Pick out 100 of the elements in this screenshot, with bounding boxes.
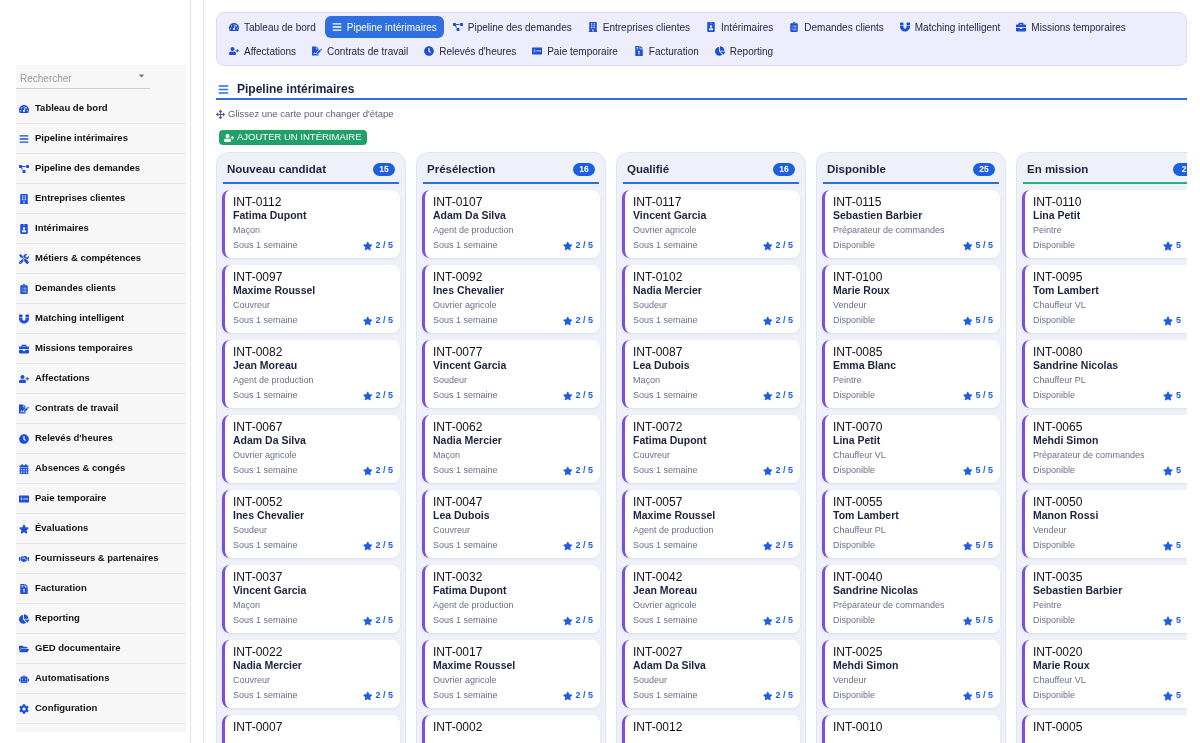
candidate-name: Nadia Mercier: [433, 434, 503, 448]
candidate-card[interactable]: INT-0095 Tom Lambert Chauffeur VL Disponible 5: [1022, 265, 1187, 334]
nav-tab[interactable]: Demandes clients: [782, 16, 891, 38]
sidebar-item[interactable]: Fournisseurs & partenaires: [16, 544, 186, 574]
sidebar-item[interactable]: Relevés d'heures: [16, 424, 186, 454]
sidebar-item[interactable]: Entreprises clientes: [16, 184, 186, 214]
candidate-card[interactable]: INT-0112 Fatima Dupont Maçon Sous 1 semaine 2 / 5: [222, 190, 400, 259]
nav-tab[interactable]: Entreprises clientes: [580, 16, 697, 38]
sidebar-item[interactable]: Évaluations: [16, 514, 186, 544]
candidate-card[interactable]: INT-0052 Ines Chevalier Soudeur Sous 1 semaine 2 / 5: [222, 490, 400, 559]
availability: Disponible: [1033, 315, 1076, 327]
sidebar-item[interactable]: Pipeline des demandes: [16, 154, 186, 184]
job-title: Maçon: [433, 450, 461, 462]
availability: Sous 1 semaine: [233, 390, 298, 402]
nav-tab[interactable]: Facturation: [626, 40, 706, 62]
candidate-card[interactable]: INT-0017 Maxime Roussel Ouvrier agricole Sous 1 semaine 2 / 5: [422, 640, 600, 709]
sidebar-item[interactable]: Intérimaires: [16, 214, 186, 244]
candidate-card[interactable]: INT-0117 Vincent Garcia Ouvrier agricole Sous 1 semaine 2 / 5: [622, 190, 800, 259]
nav-tab[interactable]: Paie temporaire: [525, 40, 625, 62]
sidebar-item[interactable]: GED documentaire: [16, 634, 186, 664]
sidebar-item[interactable]: Missions temporaires: [16, 334, 186, 364]
availability: Sous 1 semaine: [433, 540, 498, 552]
nav-tab[interactable]: Affectations: [222, 40, 304, 62]
sidebar-item[interactable]: Métiers & compétences: [16, 244, 186, 274]
candidate-card[interactable]: INT-0107 Adam Da Silva Agent de production Sous 1 semaine 2 / 5: [422, 190, 600, 259]
candidate-card[interactable]: INT-0067 Adam Da Silva Ouvrier agricole Sous 1 semaine 2 / 5: [222, 415, 400, 484]
sidebar-item[interactable]: Configuration: [16, 694, 186, 724]
availability: Sous 1 semaine: [633, 240, 698, 252]
candidate-card[interactable]: INT-0037 Vincent Garcia Maçon Sous 1 semaine 2 / 5: [222, 565, 400, 634]
candidate-card[interactable]: INT-0077 Vincent Garcia Soudeur Sous 1 semaine 2 / 5: [422, 340, 600, 409]
nav-tab[interactable]: Reporting: [707, 40, 781, 62]
candidate-card[interactable]: INT-0025 Mehdi Simon Vendeur Disponible 5 / 5: [822, 640, 1000, 709]
candidate-id: INT-0020: [1033, 645, 1084, 660]
candidate-card[interactable]: INT-0010: [822, 715, 1000, 743]
candidate-card[interactable]: INT-0050 Manon Rossi Vendeur Disponible 5: [1022, 490, 1187, 559]
nav-tab[interactable]: Pipeline intérimaires: [324, 16, 444, 38]
candidate-name: Nadia Mercier: [233, 659, 303, 673]
candidate-card[interactable]: INT-0032 Fatima Dupont Agent de production Sous 1 semaine 2 / 5: [422, 565, 600, 634]
star-icon: [563, 615, 573, 626]
candidate-card[interactable]: INT-0115 Sebastien Barbier Préparateur de commandes Disponible 5 / 5: [822, 190, 1000, 259]
candidate-card[interactable]: INT-0055 Tom Lambert Chauffeur PL Disponible 5 / 5: [822, 490, 1000, 559]
candidate-card[interactable]: INT-0072 Fatima Dupont Couvreur Sous 1 semaine 2 / 5: [622, 415, 800, 484]
sidebar-item[interactable]: Contrats de travail: [16, 394, 186, 424]
sidebar-item[interactable]: Reporting: [16, 604, 186, 634]
candidate-card[interactable]: INT-0057 Maxime Roussel Agent de production Sous 1 semaine 2 / 5: [622, 490, 800, 559]
nav-tab[interactable]: Missions temporaires: [1009, 16, 1133, 38]
star-icon: [963, 390, 973, 401]
nav-tab[interactable]: Pipeline des demandes: [445, 16, 579, 38]
candidate-card[interactable]: INT-0065 Mehdi Simon Préparateur de commandes Disponible 5: [1022, 415, 1187, 484]
sidebar-item[interactable]: Matching intelligent: [16, 304, 186, 334]
candidate-card[interactable]: INT-0005: [1022, 715, 1187, 743]
candidate-card[interactable]: INT-0042 Jean Moreau Ouvrier agricole Sous 1 semaine 2 / 5: [622, 565, 800, 634]
sidebar-item[interactable]: Pipeline intérimaires: [16, 124, 186, 154]
nav-tab[interactable]: Matching intelligent: [892, 16, 1008, 38]
sidebar-item[interactable]: Tableau de bord: [16, 94, 186, 124]
candidate-card[interactable]: INT-0085 Emma Blanc Peintre Disponible 5 / 5: [822, 340, 1000, 409]
candidate-card[interactable]: INT-0047 Lea Dubois Couvreur Sous 1 semaine 2 / 5: [422, 490, 600, 559]
rating: 2 / 5: [575, 615, 593, 627]
star-icon: [563, 240, 573, 251]
candidate-card[interactable]: INT-0092 Ines Chevalier Ouvrier agricole Sous 1 semaine 2 / 5: [422, 265, 600, 334]
candidate-card[interactable]: INT-0097 Maxime Roussel Couvreur Sous 1 semaine 2 / 5: [222, 265, 400, 334]
nav-tab[interactable]: Relevés d'heures: [417, 40, 524, 62]
candidate-card[interactable]: INT-0110 Lina Petit Peintre Disponible 5: [1022, 190, 1187, 259]
nav-tab[interactable]: Intérimaires: [699, 16, 781, 38]
count-badge: 16: [773, 162, 795, 176]
candidate-card[interactable]: INT-0020 Marie Roux Chauffeur VL Disponible 5: [1022, 640, 1187, 709]
candidate-card[interactable]: INT-0082 Jean Moreau Agent de production Sous 1 semaine 2 / 5: [222, 340, 400, 409]
nav-tab[interactable]: Tableau de bord: [222, 16, 323, 38]
candidate-card[interactable]: INT-0080 Sandrine Nicolas Chauffeur PL Disponible 5: [1022, 340, 1187, 409]
candidate-name: Ines Chevalier: [233, 509, 306, 523]
column-title: Nouveau candidat: [227, 161, 327, 177]
candidate-id: INT-0012: [633, 720, 684, 735]
candidate-card[interactable]: INT-0102 Nadia Mercier Soudeur Sous 1 semaine 2 / 5: [622, 265, 800, 334]
nav-tab[interactable]: Contrats de travail: [305, 40, 416, 62]
candidate-card[interactable]: INT-0087 Lea Dubois Maçon Sous 1 semaine 2 / 5: [622, 340, 800, 409]
candidate-card[interactable]: INT-0062 Nadia Mercier Maçon Sous 1 semaine 2 / 5: [422, 415, 600, 484]
availability: Sous 1 semaine: [233, 315, 298, 327]
candidate-card[interactable]: INT-0027 Adam Da Silva Soudeur Sous 1 semaine 2 / 5: [622, 640, 800, 709]
rating: 5: [1176, 240, 1181, 252]
sidebar-item[interactable]: Automatisations: [16, 664, 186, 694]
star-icon: [963, 540, 973, 551]
sidebar-item[interactable]: Facturation: [16, 574, 186, 604]
candidate-id: INT-0022: [233, 645, 284, 660]
sidebar-item[interactable]: Demandes clients: [16, 274, 186, 304]
candidate-id: INT-0080: [1033, 345, 1084, 360]
search-field[interactable]: Rechercher: [16, 69, 150, 89]
candidate-card[interactable]: INT-0035 Sebastien Barbier Peintre Disponible 5: [1022, 565, 1187, 634]
sidebar-item[interactable]: Affectations: [16, 364, 186, 394]
candidate-card[interactable]: INT-0007: [222, 715, 400, 743]
sidebar-item[interactable]: Absences & congés: [16, 454, 186, 484]
sidebar-item[interactable]: Paie temporaire: [16, 484, 186, 514]
availability: Sous 1 semaine: [433, 690, 498, 702]
candidate-card[interactable]: INT-0002: [422, 715, 600, 743]
candidate-card[interactable]: INT-0012: [622, 715, 800, 743]
candidate-card[interactable]: INT-0040 Sandrine Nicolas Préparateur de commandes Disponible 5 / 5: [822, 565, 1000, 634]
candidate-card[interactable]: INT-0022 Nadia Mercier Couvreur Sous 1 semaine 2 / 5: [222, 640, 400, 709]
diagram-icon: [452, 22, 463, 32]
candidate-card[interactable]: INT-0070 Lina Petit Chauffeur VL Disponible 5 / 5: [822, 415, 1000, 484]
job-title: Chauffeur PL: [1033, 375, 1087, 387]
candidate-card[interactable]: INT-0100 Marie Roux Vendeur Disponible 5 / 5: [822, 265, 1000, 334]
